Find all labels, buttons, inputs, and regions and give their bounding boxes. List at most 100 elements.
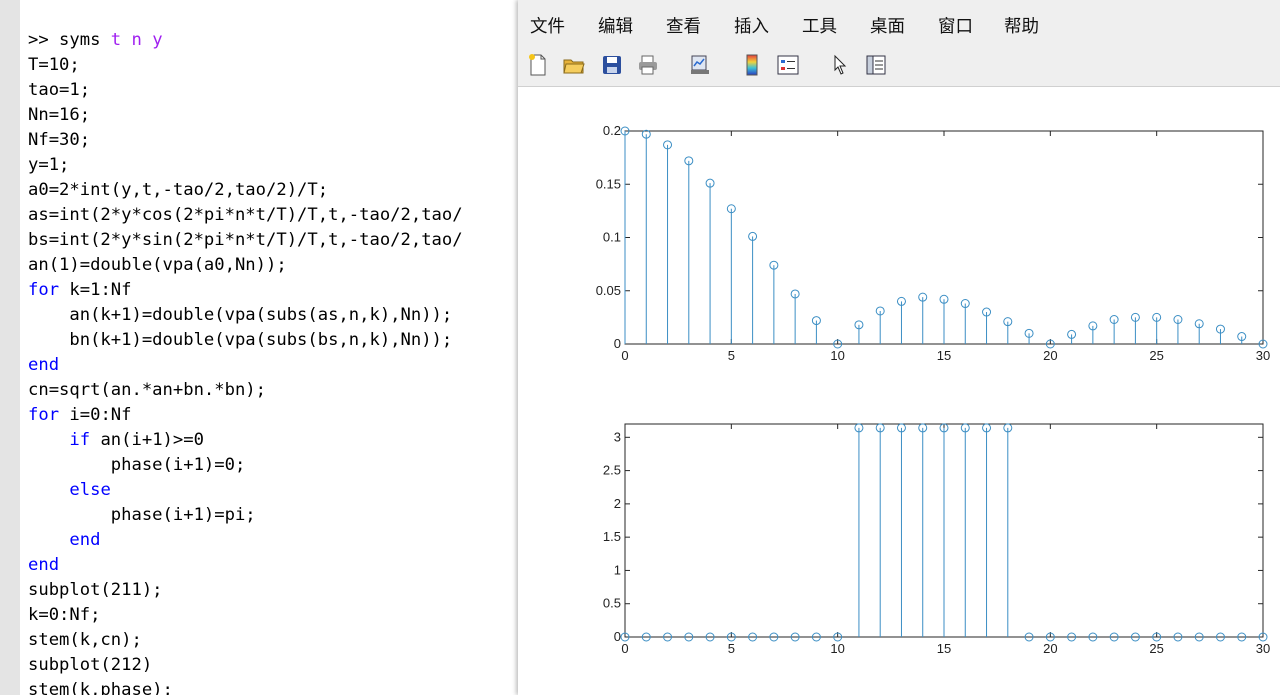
code-line: bn(k+1)=double(vpa(subs(bs,n,k),Nn));: [28, 328, 463, 353]
code-line: T=10;: [28, 53, 463, 78]
command-window[interactable]: >> syms t n y T=10; tao=1; Nn=16; Nf=30; y=1;…: [0, 0, 560, 695]
code-line: end: [28, 528, 463, 553]
x-tick-label: 25: [1149, 348, 1163, 363]
colorbar-icon[interactable]: [740, 53, 764, 77]
y-tick-label: 0.2: [603, 123, 621, 138]
y-tick-label: 2.5: [603, 463, 621, 478]
menu-insert[interactable]: 插入: [734, 16, 769, 38]
x-tick-label: 20: [1043, 641, 1057, 656]
code-text: T=10;: [28, 55, 80, 75]
code-text: as=int(2*y*cos(2*pi*n*t/T)/T,t,-tao/2,ta…: [28, 205, 463, 225]
menu-view[interactable]: 查看: [666, 16, 701, 38]
x-tick-label: 30: [1256, 641, 1270, 656]
x-tick-label: 0: [621, 641, 628, 656]
code-line: for i=0:Nf: [28, 403, 463, 428]
code-text: Nf=30;: [28, 130, 91, 150]
code-text: an(1)=double(vpa(a0,Nn));: [28, 255, 287, 275]
menu-desktop[interactable]: 桌面: [870, 16, 905, 38]
pointer-icon[interactable]: [828, 53, 852, 77]
x-tick-label: 0: [621, 348, 628, 363]
code-line: if an(i+1)>=0: [28, 428, 463, 453]
command-window-content[interactable]: >> syms t n y T=10; tao=1; Nn=16; Nf=30; y=1;…: [20, 0, 560, 695]
code-line: phase(i+1)=0;: [28, 453, 463, 478]
code-text: k=0:Nf;: [28, 605, 101, 625]
property-inspector-icon[interactable]: [864, 53, 888, 77]
code-line: >> syms t n y: [28, 28, 463, 53]
code-text: a0=2*int(y,t,-tao/2,tao/2)/T;: [28, 180, 329, 200]
code-text: Nn=16;: [28, 105, 91, 125]
code-text: bn(k+1)=double(vpa(subs(bs,n,k),Nn));: [28, 330, 453, 350]
x-tick-label: 5: [728, 641, 735, 656]
menu-window[interactable]: 窗口: [938, 16, 973, 38]
code-keyword: for: [28, 280, 60, 300]
code-keyword: else: [69, 480, 111, 500]
code-text: k=1:Nf: [59, 280, 132, 300]
code-text: subplot(211);: [28, 580, 163, 600]
y-tick-label: 1: [614, 562, 621, 577]
code-text: stem(k,cn);: [28, 630, 142, 650]
code-keyword: end: [28, 355, 60, 375]
save-icon[interactable]: [600, 53, 624, 77]
legend-icon[interactable]: [776, 53, 800, 77]
code-text: an(i+1)>=0: [90, 430, 204, 450]
x-tick-label: 25: [1149, 641, 1163, 656]
x-tick-label: 15: [937, 348, 951, 363]
code-line: Nn=16;: [28, 103, 463, 128]
x-tick-label: 5: [728, 348, 735, 363]
y-tick-label: 0: [614, 629, 621, 644]
code-text: tao=1;: [28, 80, 91, 100]
code-text: cn=sqrt(an.*an+bn.*bn);: [28, 380, 266, 400]
code-text: phase(i+1)=0;: [28, 455, 246, 475]
plot-area[interactable]: 0 5 10 15 20 25 30 0 0.05 0.1 0.15 0.2 0 5 10 15 20 25 30 0…: [518, 87, 1280, 695]
code-text: subplot(212): [28, 655, 153, 675]
code-line: stem(k,phase);: [28, 678, 463, 695]
x-tick-label: 10: [830, 348, 844, 363]
y-tick-label: 1.5: [603, 529, 621, 544]
code-line: else: [28, 478, 463, 503]
code-line: an(1)=double(vpa(a0,Nn));: [28, 253, 463, 278]
code-line: phase(i+1)=pi;: [28, 503, 463, 528]
menu-bar: 文件 编辑 查看 插入 工具 桌面 窗口 帮助: [518, 0, 1280, 46]
code-line: end: [28, 553, 463, 578]
y-tick-label: 2: [614, 496, 621, 511]
code-text: y=1;: [28, 155, 70, 175]
code-line: subplot(211);: [28, 578, 463, 603]
x-tick-label: 10: [830, 641, 844, 656]
code-text: i=0:Nf: [59, 405, 132, 425]
code-lines: >> syms t n y T=10; tao=1; Nn=16; Nf=30; y=1;…: [28, 28, 463, 695]
code-line: stem(k,cn);: [28, 628, 463, 653]
code-text: >> syms: [28, 30, 111, 50]
code-keyword: if: [69, 430, 91, 450]
y-tick-label: 0: [614, 336, 621, 351]
code-line: y=1;: [28, 153, 463, 178]
code-text: an(k+1)=double(vpa(subs(as,n,k),Nn));: [28, 305, 453, 325]
x-tick-label: 15: [937, 641, 951, 656]
code-keyword: end: [69, 530, 101, 550]
code-line: bs=int(2*y*sin(2*pi*n*t/T)/T,t,-tao/2,ta…: [28, 228, 463, 253]
code-text: phase(i+1)=pi;: [28, 505, 256, 525]
menu-file[interactable]: 文件: [530, 16, 565, 38]
print-icon[interactable]: [636, 53, 660, 77]
y-tick-label: 0.05: [596, 283, 621, 298]
code-text: bs=int(2*y*sin(2*pi*n*t/T)/T,t,-tao/2,ta…: [28, 230, 463, 250]
open-file-icon[interactable]: [562, 53, 586, 77]
x-tick-label: 30: [1256, 348, 1270, 363]
y-tick-label: 0.5: [603, 596, 621, 611]
code-line: k=0:Nf;: [28, 603, 463, 628]
menu-help[interactable]: 帮助: [1004, 16, 1039, 38]
y-tick-label: 0.1: [603, 230, 621, 245]
menu-edit[interactable]: 编辑: [598, 16, 633, 38]
x-tick-label: 20: [1043, 348, 1057, 363]
code-line: an(k+1)=double(vpa(subs(as,n,k),Nn));: [28, 303, 463, 328]
code-line: Nf=30;: [28, 128, 463, 153]
stem-plots: 0 5 10 15 20 25 3000.050.10.150.20 5 10 15 20 25 300…: [596, 123, 1271, 656]
link-plot-icon[interactable]: [688, 53, 712, 77]
code-keyword: end: [28, 555, 60, 575]
new-figure-icon[interactable]: [526, 53, 550, 77]
code-line: end: [28, 353, 463, 378]
figure-window[interactable]: 文件 编辑 查看 插入 工具 桌面 窗口 帮助 0 5 10 15 20 25 30 0 0.0…: [518, 0, 1280, 695]
menu-tools[interactable]: 工具: [802, 16, 837, 38]
